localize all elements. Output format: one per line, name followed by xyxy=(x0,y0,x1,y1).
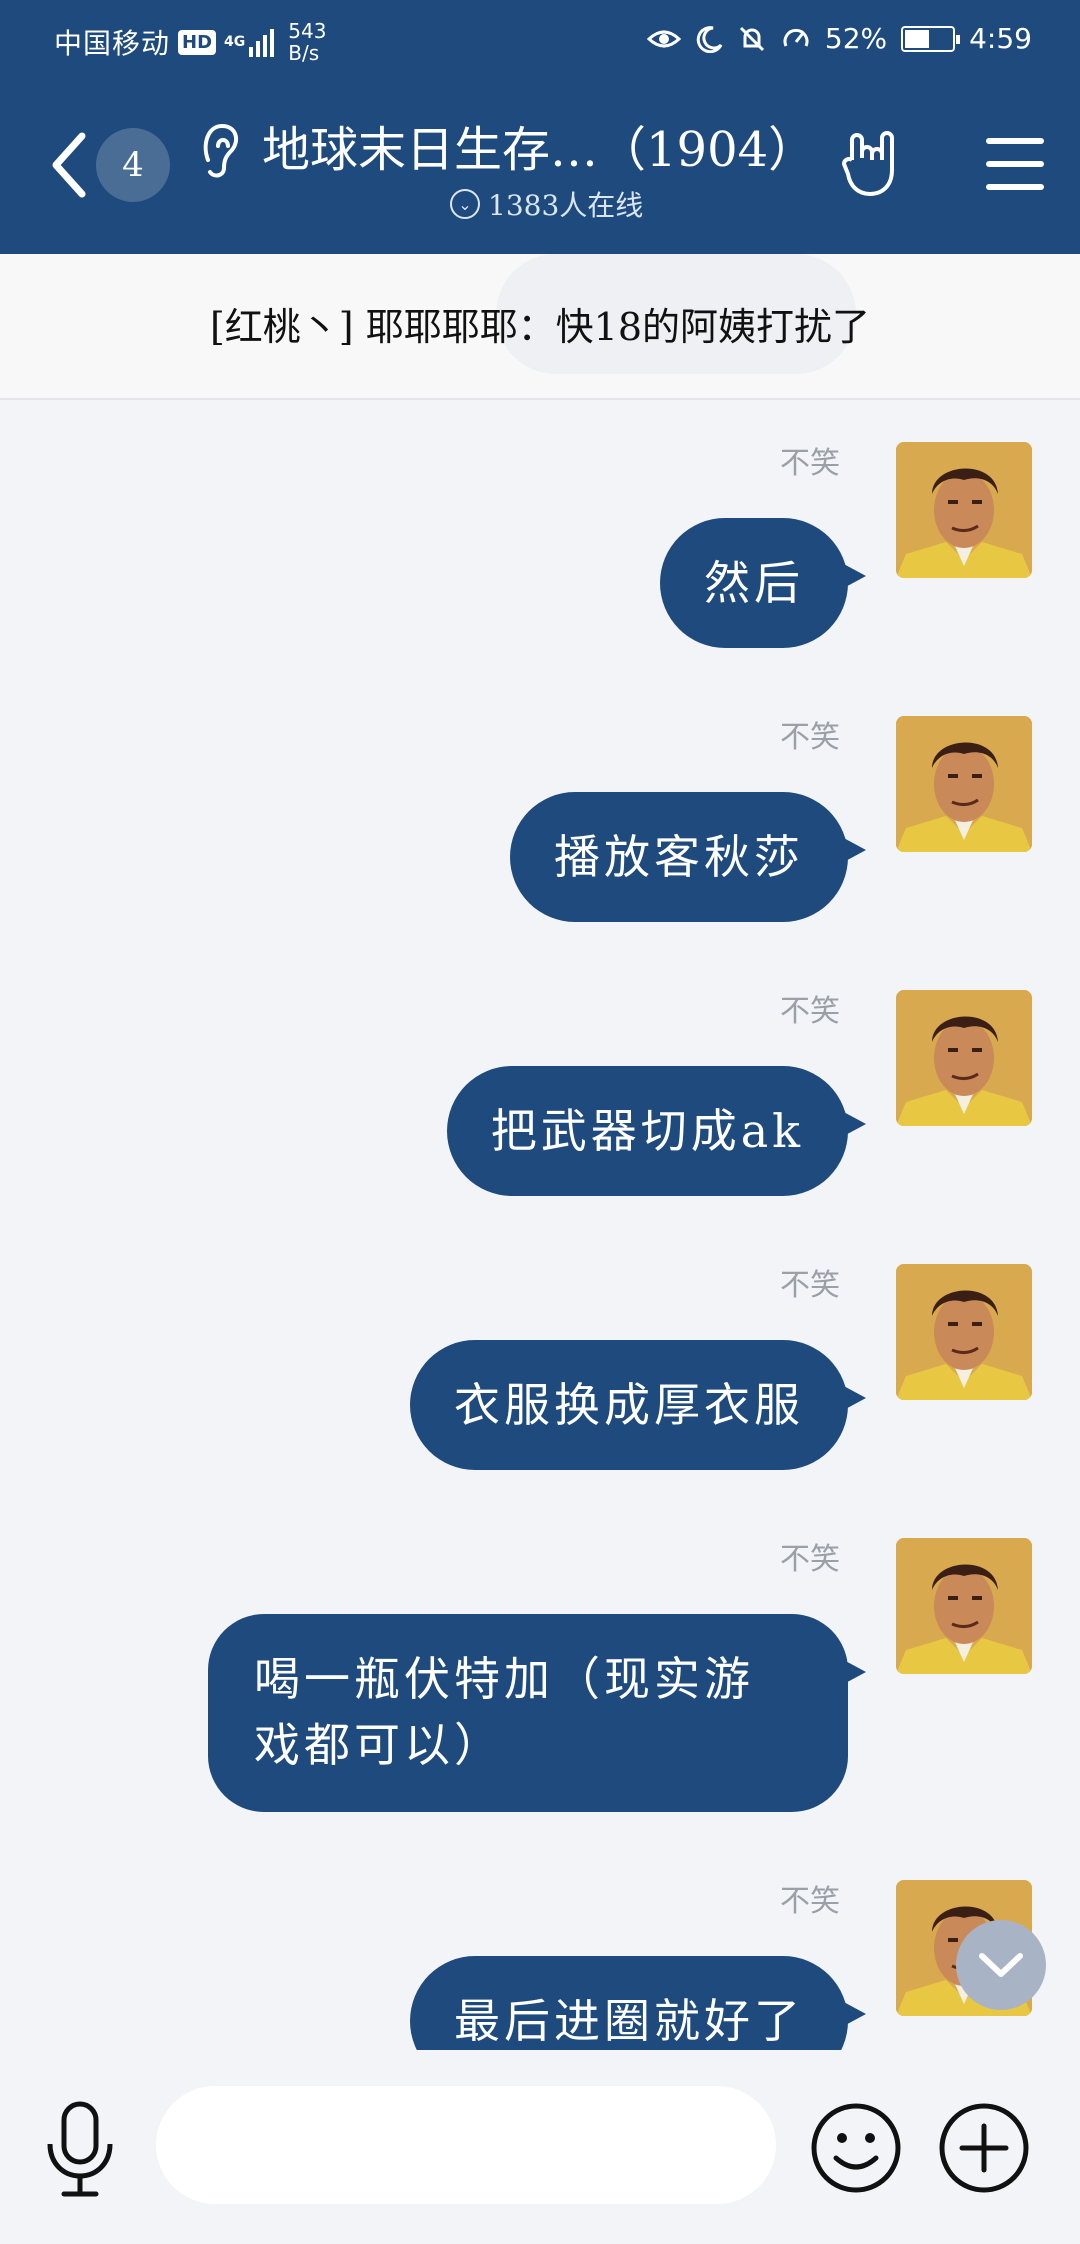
message-bubble[interactable]: 把武器切成ak xyxy=(446,1066,867,1196)
back-icon[interactable] xyxy=(46,128,96,202)
network-type: 4G xyxy=(224,34,246,50)
avatar[interactable] xyxy=(896,1538,1032,1674)
scroll-to-bottom-button[interactable] xyxy=(956,1920,1046,2010)
sender-name: 不笑 xyxy=(780,446,840,481)
mute-bell-icon xyxy=(739,26,764,51)
carrier-name: 中国移动 xyxy=(54,27,171,60)
avatar[interactable] xyxy=(896,1264,1032,1400)
message-item: 不笑 衣服换成厚衣服 xyxy=(32,1222,1032,1482)
message-bubble[interactable]: 衣服换成厚衣服 xyxy=(410,1340,866,1470)
eye-icon xyxy=(646,30,681,47)
moon-icon xyxy=(696,25,723,53)
speed-unit: B/s xyxy=(288,41,320,65)
notice-text: [红桃丶] 耶耶耶耶：快18的阿姨打扰了 xyxy=(209,305,871,349)
message-bubble[interactable]: 喝一瓶伏特加（现实游戏都可以） xyxy=(208,1614,866,1812)
message-item: 不笑 喝一瓶伏特加（现实游戏都可以） xyxy=(32,1496,1032,1826)
chat-header: 4 地球末日生存…（1904） ⌄ 1383人在线 xyxy=(0,80,1080,254)
online-count: 1383人在线 xyxy=(488,189,644,222)
message-list[interactable]: 不笑 然后 不笑 播放客秋莎 不笑 把武器切成ak 不笑 衣服换成厚衣服 不笑 … xyxy=(0,400,1080,2050)
chevron-down-icon xyxy=(979,1953,1023,1977)
sender-name: 不笑 xyxy=(780,994,840,1029)
mic-icon[interactable] xyxy=(42,2100,118,2200)
speed-gauge-icon xyxy=(783,28,809,47)
signal-icon xyxy=(249,27,275,57)
plus-icon[interactable] xyxy=(938,2102,1030,2194)
message-item: 不笑 然后 xyxy=(32,400,1032,660)
sender-name: 不笑 xyxy=(780,1884,840,1919)
online-status[interactable]: ⌄ 1383人在线 xyxy=(450,184,643,224)
emoji-icon[interactable] xyxy=(810,2102,902,2194)
message-input[interactable] xyxy=(156,2086,776,2204)
battery-percent: 52% xyxy=(824,22,888,55)
status-left: 中国移动 HD 4G 543 B/s xyxy=(54,20,326,64)
speed-value: 543 xyxy=(288,19,327,43)
unread-count-badge[interactable]: 4 xyxy=(96,128,170,202)
ear-icon[interactable] xyxy=(194,120,244,180)
status-bar: 中国移动 HD 4G 543 B/s 52% 4:59 xyxy=(0,0,1080,80)
rock-hand-icon[interactable] xyxy=(838,130,908,200)
avatar[interactable] xyxy=(896,716,1032,852)
message-bubble[interactable]: 最后进圈就好了 xyxy=(410,1956,866,2050)
input-bar xyxy=(0,2050,1080,2244)
message-bubble[interactable]: 播放客秋莎 xyxy=(510,792,866,922)
menu-icon[interactable] xyxy=(986,138,1046,192)
sender-name: 不笑 xyxy=(780,720,840,755)
avatar[interactable] xyxy=(896,990,1032,1126)
message-bubble[interactable]: 然后 xyxy=(660,518,866,648)
sender-name: 不笑 xyxy=(780,1268,840,1303)
status-right: 52% 4:59 xyxy=(646,22,1032,55)
sender-name: 不笑 xyxy=(780,1542,840,1577)
hd-badge: HD xyxy=(178,29,217,55)
clock: 4:59 xyxy=(969,22,1032,55)
pinned-notice[interactable]: [红桃丶] 耶耶耶耶：快18的阿姨打扰了 xyxy=(0,254,1080,400)
network-speed: 543 B/s xyxy=(288,20,326,64)
battery-icon xyxy=(901,25,961,52)
avatar[interactable] xyxy=(896,442,1032,578)
message-item: 不笑 最后进圈就好了 xyxy=(32,1838,1032,2050)
message-item: 不笑 播放客秋莎 xyxy=(32,674,1032,934)
message-item: 不笑 把武器切成ak xyxy=(32,948,1032,1208)
chat-title[interactable]: 地球末日生存…（1904） xyxy=(262,110,822,180)
chevron-down-icon: ⌄ xyxy=(450,189,480,219)
